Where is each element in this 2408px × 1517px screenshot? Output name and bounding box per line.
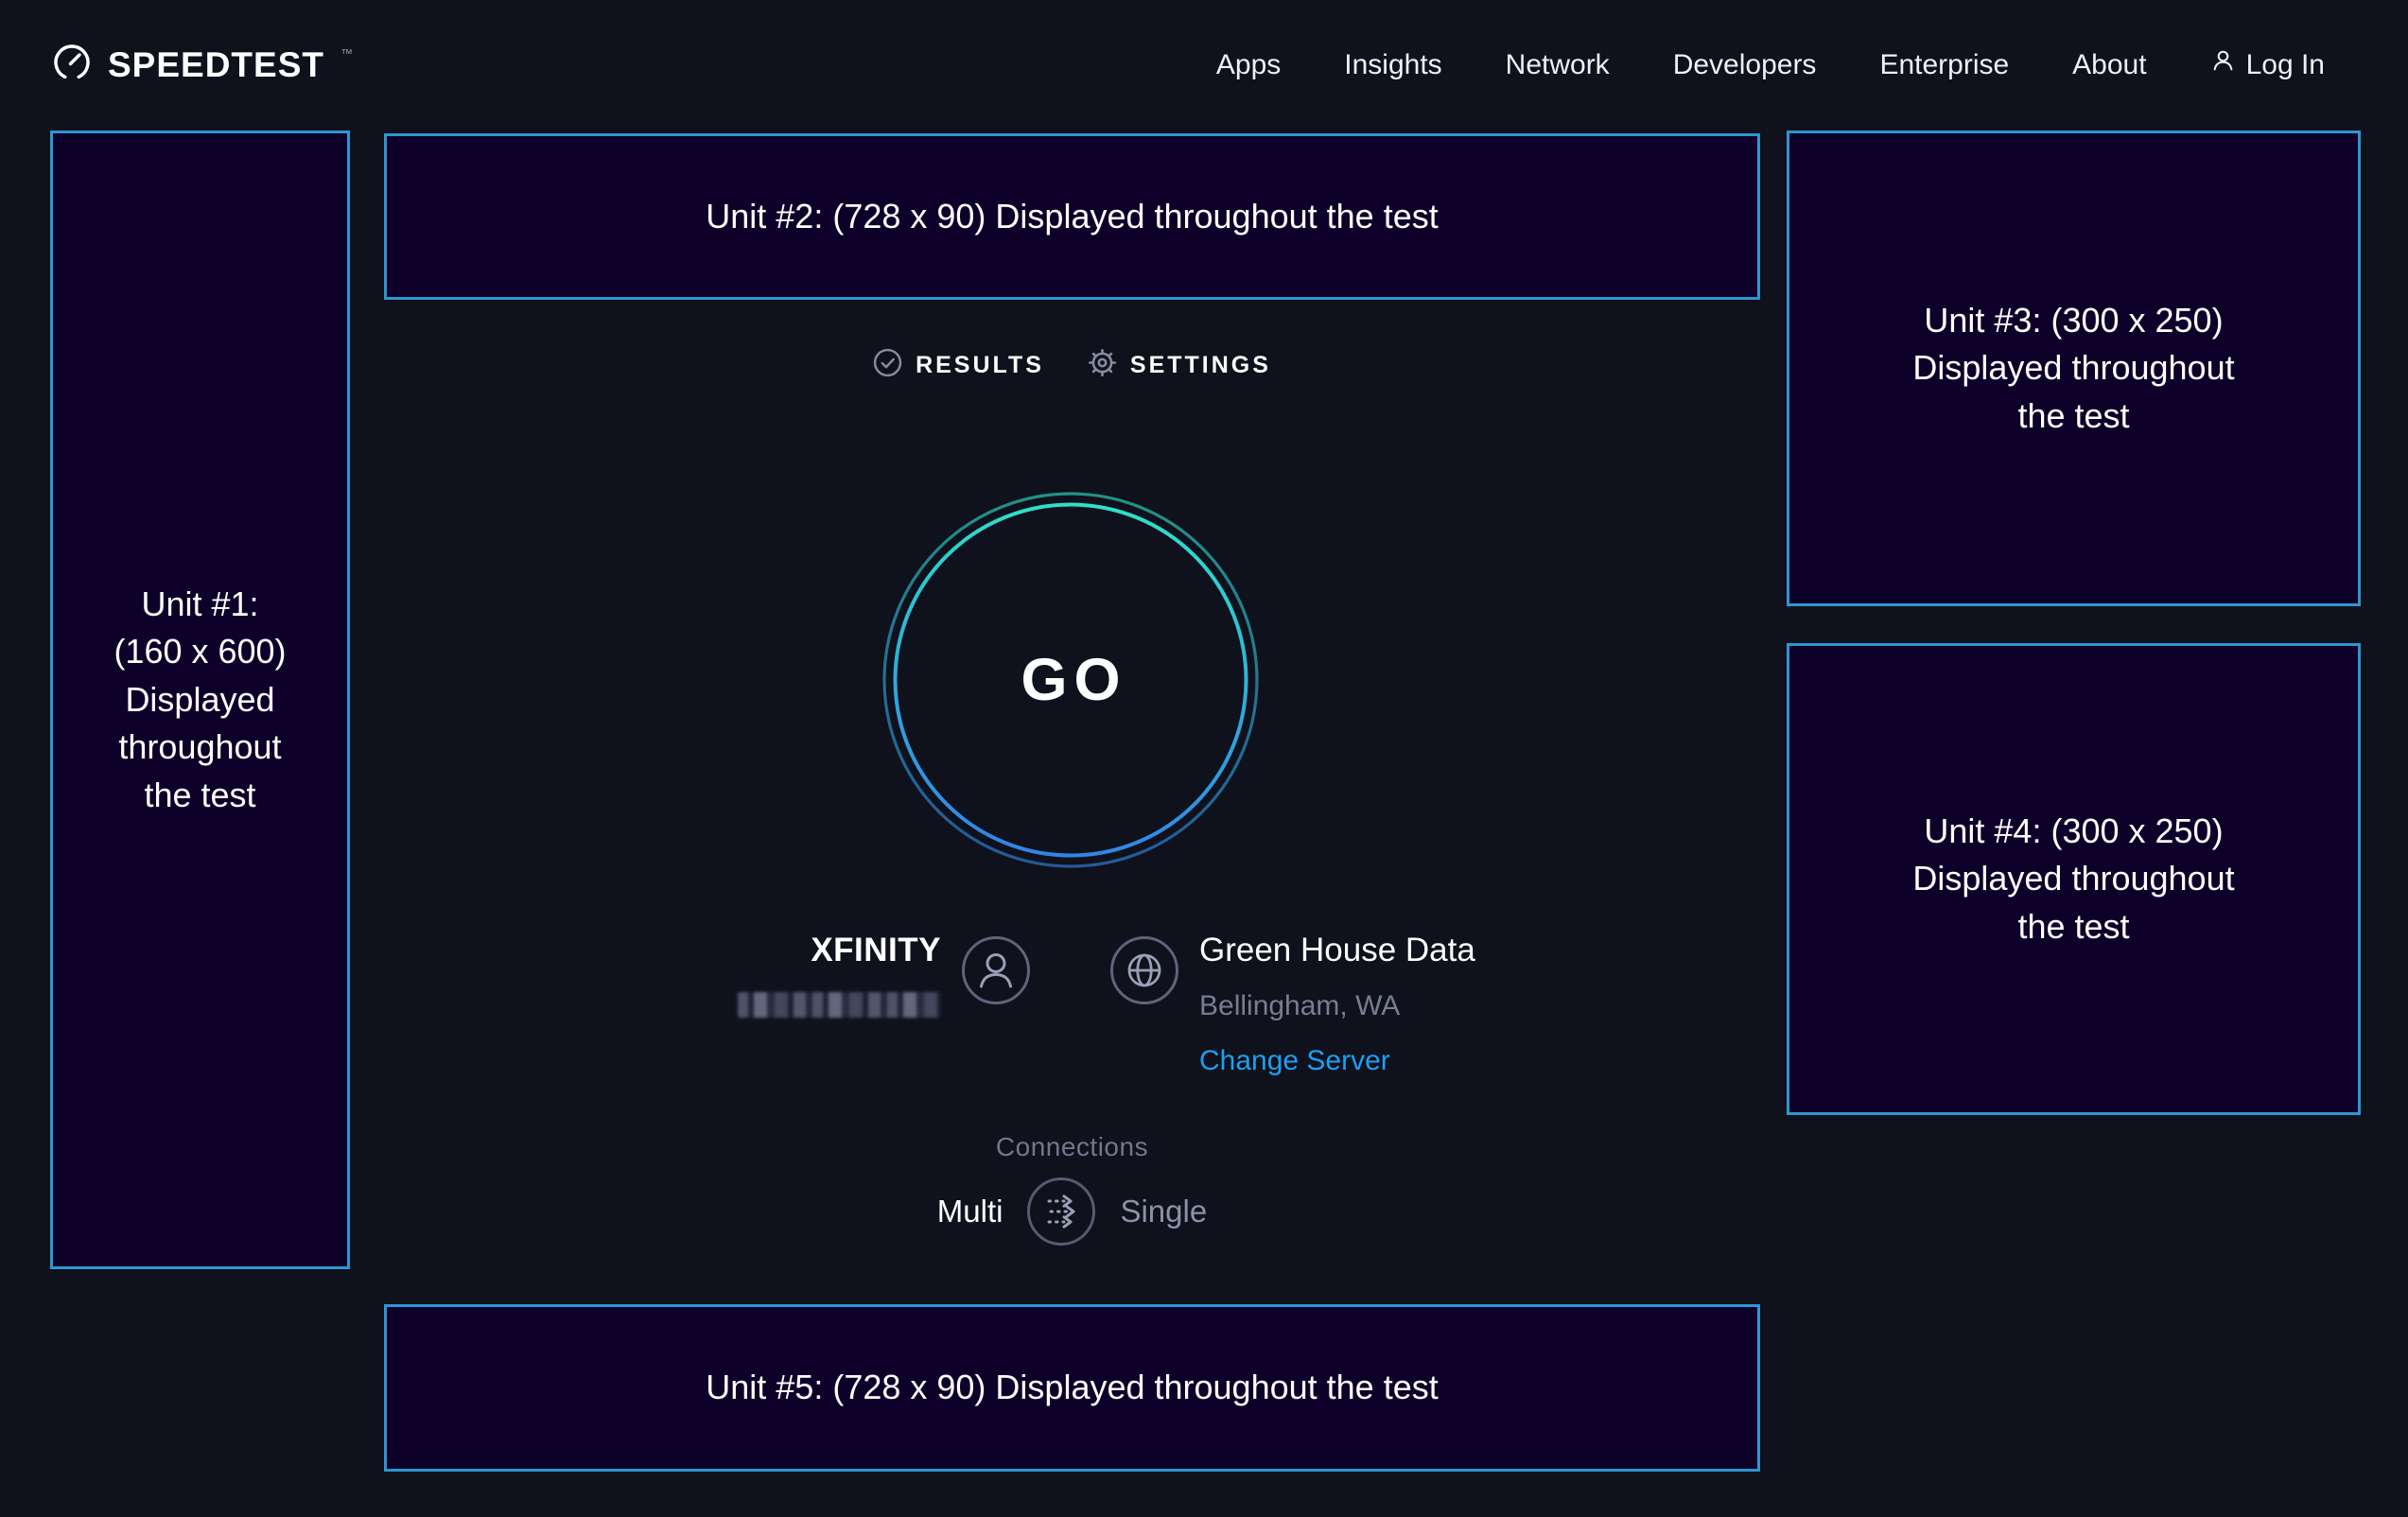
connections-toggle-row: Multi Single: [384, 1176, 1760, 1247]
change-server-link[interactable]: Change Server: [1199, 1045, 1390, 1077]
connections-label: Connections: [384, 1132, 1760, 1162]
connection-info-row: XFINITY Green House Data Bellingham, WA …: [384, 927, 1760, 1077]
ad-unit-4-text: Unit #4: (300 x 250) Displayed throughou…: [1912, 808, 2234, 950]
go-button[interactable]: GO: [881, 490, 1261, 870]
ad-unit-3: Unit #3: (300 x 250) Displayed throughou…: [1787, 131, 2361, 606]
ad-unit-4: Unit #4: (300 x 250) Displayed throughou…: [1787, 643, 2361, 1115]
tab-results-label: RESULTS: [916, 352, 1044, 379]
nav-item-enterprise[interactable]: Enterprise: [1879, 49, 2009, 81]
header: SPEEDTEST ™ Apps Insights Network Develo…: [0, 0, 2408, 130]
speedtest-logo[interactable]: SPEEDTEST ™: [50, 41, 353, 89]
connections-section: Connections Multi Single: [384, 1132, 1760, 1247]
server-info: Green House Data Bellingham, WA Change S…: [1199, 927, 1540, 1077]
server-location: Bellingham, WA: [1199, 990, 1540, 1022]
ad-unit-1-text: Unit #1: (160 x 600) Displayed throughou…: [113, 581, 286, 819]
isp-info: XFINITY: [604, 927, 941, 1022]
masked-isp-details: [738, 992, 941, 1018]
user-icon: [2210, 48, 2236, 81]
nav-item-about[interactable]: About: [2072, 49, 2146, 81]
ad-unit-2: Unit #2: (728 x 90) Displayed throughout…: [384, 133, 1760, 300]
isp-user-circle-icon: [960, 934, 1032, 1006]
ad-unit-5: Unit #5: (728 x 90) Displayed throughout…: [384, 1304, 1760, 1472]
logo-text: SPEEDTEST: [108, 45, 324, 85]
go-button-label: GO: [881, 490, 1261, 870]
login-label: Log In: [2246, 49, 2325, 81]
check-circle-icon: [873, 348, 902, 382]
tab-bar: RESULTS SETTINGS: [384, 340, 1760, 390]
nav-item-developers[interactable]: Developers: [1673, 49, 1817, 81]
ad-unit-1: Unit #1: (160 x 600) Displayed throughou…: [50, 131, 350, 1269]
tab-results[interactable]: RESULTS: [873, 348, 1044, 382]
login-button[interactable]: Log In: [2210, 48, 2325, 81]
connections-option-single[interactable]: Single: [1120, 1194, 1207, 1229]
speedtest-page: SPEEDTEST ™ Apps Insights Network Develo…: [0, 0, 2408, 1517]
tab-settings-label: SETTINGS: [1130, 352, 1271, 379]
speedtest-gauge-icon: [50, 41, 94, 89]
server-name: Green House Data: [1199, 932, 1540, 969]
gear-icon: [1088, 348, 1117, 382]
ad-unit-3-text: Unit #3: (300 x 250) Displayed throughou…: [1912, 297, 2234, 440]
logo-trademark: ™: [340, 46, 353, 61]
server-globe-circle-icon: [1108, 934, 1180, 1006]
connections-option-multi[interactable]: Multi: [937, 1194, 1003, 1229]
isp-name: XFINITY: [604, 932, 941, 969]
ad-unit-2-text: Unit #2: (728 x 90) Displayed throughout…: [706, 193, 1438, 240]
connections-mode-icon[interactable]: [1025, 1176, 1097, 1247]
ad-unit-5-text: Unit #5: (728 x 90) Displayed throughout…: [706, 1364, 1438, 1411]
tab-settings[interactable]: SETTINGS: [1088, 348, 1271, 382]
main-nav: Apps Insights Network Developers Enterpr…: [1216, 48, 2325, 81]
nav-item-insights[interactable]: Insights: [1344, 49, 1441, 81]
nav-item-apps[interactable]: Apps: [1216, 49, 1281, 81]
nav-item-network[interactable]: Network: [1506, 49, 1610, 81]
